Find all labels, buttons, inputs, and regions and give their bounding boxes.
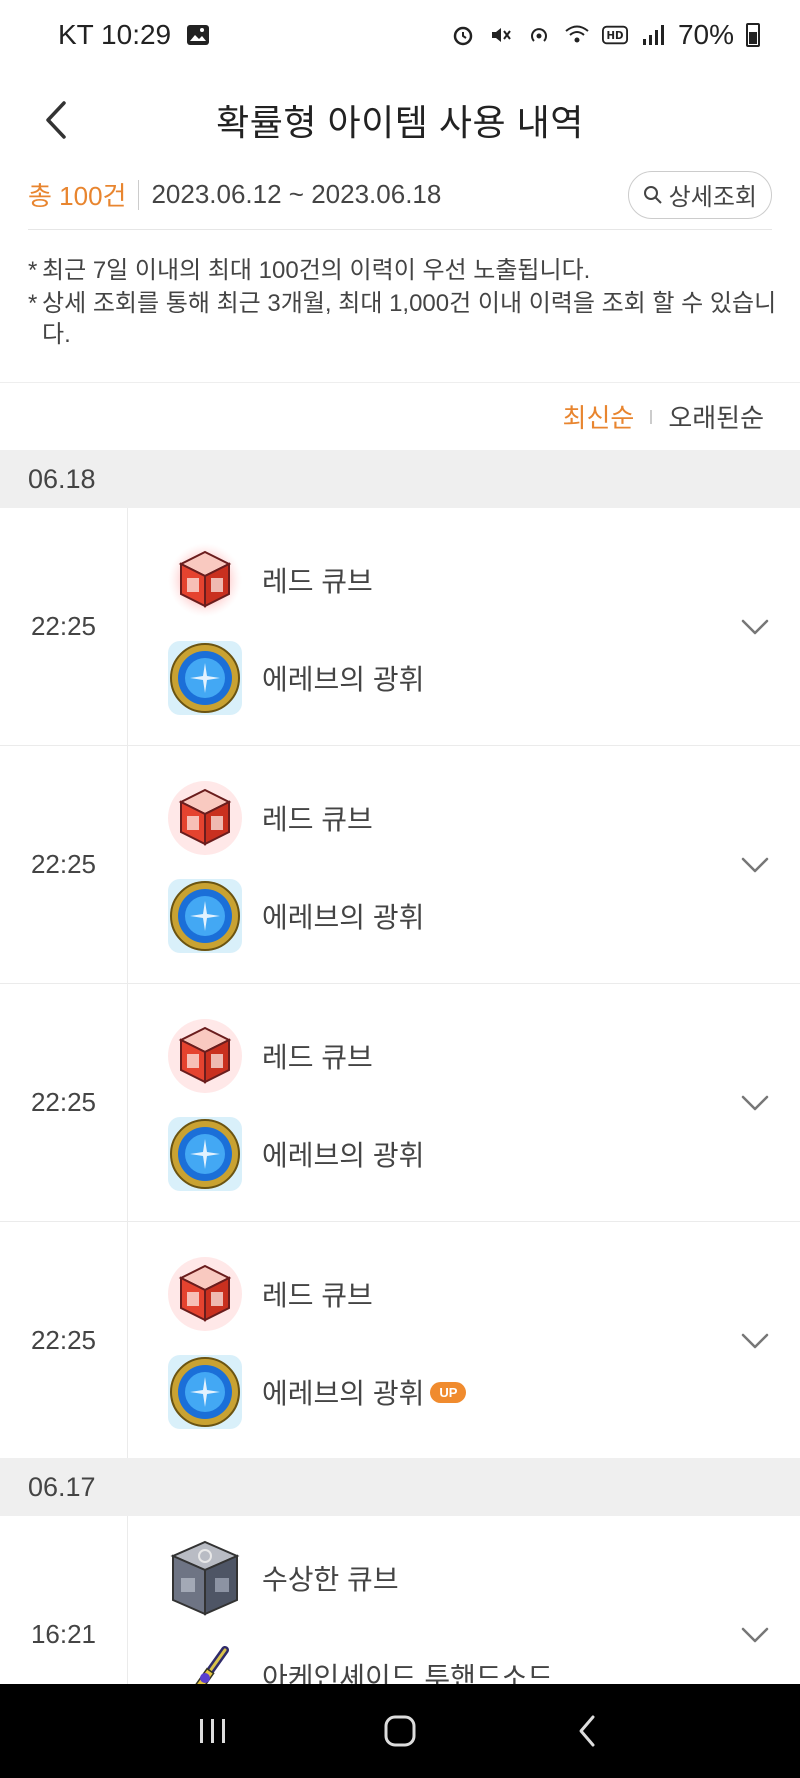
date-header: 06.17: [0, 1458, 800, 1516]
entry-time: 22:25: [0, 508, 128, 745]
red-cube-icon: [160, 774, 250, 862]
item-row: 에레브의 광휘: [160, 634, 424, 722]
notice-line: * 상세 조회를 통해 최근 3개월, 최대 1,000건 이내 이력을 조회 할…: [28, 290, 777, 348]
chevron-down-icon[interactable]: [740, 1327, 770, 1355]
item-name: 에레브의 광휘 UP: [262, 1372, 467, 1412]
notice-line: * 최근 7일 이내의 최대 100건의 이력이 우선 노출됩니다.: [28, 257, 591, 284]
page-title: 확률형 아이템 사용 내역: [216, 102, 584, 143]
item-name-text: 에레브의 광휘: [262, 664, 425, 695]
back-icon: [579, 1715, 595, 1747]
sort-newest[interactable]: 최신순: [563, 398, 635, 435]
item-row: 레드 큐브: [160, 1012, 373, 1100]
detail-search-label: 상세조회: [668, 184, 757, 211]
item-name-text: 레드 큐브: [262, 566, 373, 597]
history-entry[interactable]: 22:25 레드 큐브 에레브의 광휘 UP: [0, 1222, 800, 1460]
red-cube-icon: [160, 1250, 250, 1338]
svg-text:HD: HD: [606, 31, 623, 42]
chevron-left-icon: [46, 101, 66, 139]
chevron-down-icon[interactable]: [740, 1089, 770, 1117]
entry-time: 22:25: [0, 746, 128, 983]
detail-search-button[interactable]: 상세조회: [627, 170, 772, 219]
recent-apps-button[interactable]: [183, 1701, 243, 1761]
recent-apps-icon: [200, 1719, 226, 1743]
history-entry[interactable]: 22:25 레드 큐브 에레브의 광휘: [0, 746, 800, 984]
item-name-text: 에레브의 광휘: [262, 1140, 425, 1171]
item-row: 에레브의 광휘: [160, 1110, 424, 1198]
item-row: 에레브의 광휘 UP: [160, 1348, 467, 1436]
home-icon: [384, 1715, 416, 1747]
total-count: 총 100건: [28, 181, 127, 211]
item-name: 에레브의 광휘: [262, 896, 424, 936]
notice: * 최근 7일 이내의 최대 100건의 이력이 우선 노출됩니다. * 상세 조회…: [28, 255, 778, 350]
chevron-down-icon[interactable]: [740, 1621, 770, 1649]
app-header: 확률형 아이템 사용 내역: [0, 70, 800, 170]
back-button[interactable]: [28, 88, 84, 152]
glow-gem-icon: [160, 872, 250, 960]
grey-cube-icon: [160, 1534, 250, 1622]
item-name: 레드 큐브: [262, 1036, 373, 1076]
item-row: 레드 큐브: [160, 1250, 373, 1338]
glow-gem-icon: [160, 1348, 250, 1436]
date-range: 2023.06.12 ~ 2023.06.18: [151, 179, 442, 209]
item-row: 수상한 큐브: [160, 1534, 399, 1622]
divider: [138, 179, 140, 210]
system-nav-bar: [0, 1684, 800, 1778]
notice-text: 상세 조회를 통해 최근 3개월, 최대 1,000건 이내 이력을 조회 할 …: [42, 290, 777, 348]
hd-icon: HD: [601, 22, 628, 48]
mute-icon: [488, 22, 514, 48]
item-name-text: 레드 큐브: [262, 1042, 373, 1073]
history-entry[interactable]: 22:25 레드 큐브 에레브의 광휘: [0, 984, 800, 1222]
item-name-text: 수상한 큐브: [262, 1564, 399, 1595]
notice-text: 최근 7일 이내의 최대 100건의 이력이 우선 노출됩니다.: [42, 257, 591, 284]
battery-percent: 70%: [677, 19, 734, 50]
item-name: 수상한 큐브: [262, 1558, 399, 1598]
signal-icon: [640, 22, 666, 48]
item-row: 레드 큐브: [160, 774, 373, 862]
sort-bar: 최신순 오래된순: [0, 382, 800, 450]
battery-icon: [746, 23, 760, 47]
hotspot-icon: [526, 22, 552, 48]
item-name: 레드 큐브: [262, 560, 373, 600]
up-badge: UP: [430, 1381, 467, 1403]
wifi-icon: [564, 22, 590, 48]
item-row: 에레브의 광휘: [160, 872, 424, 960]
summary-bar: 총 100건 2023.06.12 ~ 2023.06.18 상세조회: [28, 160, 772, 230]
alarm-icon: [450, 22, 476, 48]
item-name: 에레브의 광휘: [262, 1134, 424, 1174]
sort-oldest[interactable]: 오래된순: [668, 398, 764, 435]
red-cube-icon: [160, 536, 250, 624]
entry-time: 22:25: [0, 1222, 128, 1459]
chevron-down-icon[interactable]: [740, 613, 770, 641]
item-name: 레드 큐브: [262, 1274, 373, 1314]
glow-gem-icon: [160, 634, 250, 722]
glow-gem-icon: [160, 1110, 250, 1198]
date-header: 06.18: [0, 450, 800, 508]
item-name-text: 레드 큐브: [262, 1280, 373, 1311]
home-button[interactable]: [370, 1701, 430, 1761]
chevron-down-icon[interactable]: [740, 851, 770, 879]
item-row: 레드 큐브: [160, 536, 373, 624]
item-name-text: 레드 큐브: [262, 804, 373, 835]
item-name: 레드 큐브: [262, 798, 373, 838]
nav-back-button[interactable]: [557, 1701, 617, 1761]
carrier-time: KT 10:29: [58, 19, 172, 50]
gallery-icon: [185, 22, 211, 48]
history-entry[interactable]: 22:25 레드 큐브 에레브의 광휘: [0, 508, 800, 746]
search-icon: [643, 185, 662, 204]
item-name: 에레브의 광휘: [262, 658, 424, 698]
status-bar: KT 10:29 HD 70%: [0, 0, 800, 70]
divider: [650, 409, 653, 424]
red-cube-icon: [160, 1012, 250, 1100]
entry-time: 22:25: [0, 984, 128, 1221]
item-name-text: 에레브의 광휘: [262, 902, 425, 933]
item-name-text: 에레브의 광휘: [262, 1378, 425, 1409]
